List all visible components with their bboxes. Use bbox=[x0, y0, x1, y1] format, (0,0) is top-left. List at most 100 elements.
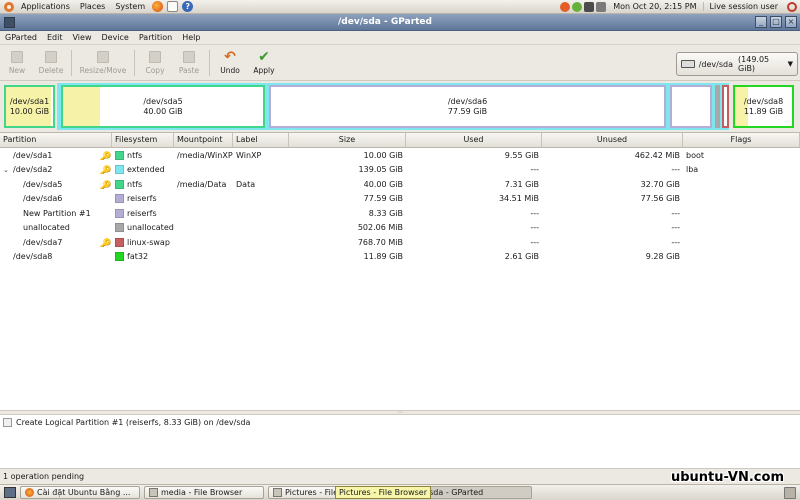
table-row[interactable]: unallocated unallocated 502.06 MiB --- --- bbox=[0, 221, 800, 236]
cell-unused: 9.28 GiB bbox=[645, 252, 680, 262]
menu-edit[interactable]: Edit bbox=[42, 33, 68, 42]
filesystem-name: linux-swap bbox=[127, 237, 170, 247]
paste-button[interactable]: Paste bbox=[172, 45, 206, 79]
key-icon: 🔑 bbox=[99, 180, 112, 189]
partition-block-name: /dev/sda5 bbox=[143, 96, 183, 106]
firefox-icon bbox=[25, 488, 34, 497]
column-header-label[interactable]: Label bbox=[233, 133, 289, 147]
trash-icon[interactable] bbox=[784, 486, 796, 499]
column-header-mountpoint[interactable]: Mountpoint bbox=[174, 133, 233, 147]
resize-move-button[interactable]: Resize/Move bbox=[75, 45, 131, 79]
cell-used: 34.51 MiB bbox=[498, 194, 539, 204]
partition-block-name: /dev/sda8 bbox=[743, 96, 784, 106]
watermark: ubuntu-VN.com bbox=[670, 470, 784, 485]
help-launcher-icon[interactable]: ? bbox=[182, 1, 194, 12]
new-button[interactable]: New bbox=[0, 45, 34, 79]
undo-button[interactable]: ↶ Undo bbox=[213, 45, 247, 79]
table-row[interactable]: /dev/sda1 🔑 ntfs/media/WinXP WinXP 10.00 GiB… bbox=[0, 148, 800, 163]
filesystem-name: extended bbox=[127, 165, 165, 175]
cell-unused: --- bbox=[671, 165, 680, 175]
partition-table[interactable]: Partition Filesystem Mountpoint Label Si… bbox=[0, 132, 800, 410]
mail-launcher-icon[interactable] bbox=[167, 1, 179, 12]
cell-partition: /dev/sda1 🔑 bbox=[0, 151, 112, 160]
places-menu[interactable]: Places bbox=[75, 0, 110, 14]
apply-button[interactable]: ✔ Apply bbox=[247, 45, 281, 79]
filesystem-name: ntfs bbox=[127, 179, 143, 189]
device-size: (149.05 GiB) bbox=[738, 55, 770, 73]
cell-filesystem: ntfs bbox=[112, 150, 174, 160]
partition-block-size: 10.00 GiB bbox=[9, 106, 50, 116]
cell-size: 10.00 GiB bbox=[363, 150, 403, 160]
partition-block-sda6[interactable]: /dev/sda6 77.59 GiB bbox=[269, 85, 666, 128]
gparted-app-icon[interactable] bbox=[4, 16, 15, 28]
clock[interactable]: Mon Oct 20, 2:15 PM bbox=[607, 2, 702, 11]
cell-label: WinXP bbox=[236, 150, 262, 160]
table-row[interactable]: /dev/sda6 reiserfs 77.59 GiB 34.51 MiB 77.56… bbox=[0, 192, 800, 207]
table-row[interactable]: ⌄/dev/sda2 🔑 extended 139.05 GiB --- --- lba bbox=[0, 163, 800, 178]
table-row[interactable]: /dev/sda8 fat32 11.89 GiB 2.61 GiB 9.28 GiB bbox=[0, 250, 800, 265]
ubuntu-logo-icon[interactable] bbox=[4, 1, 14, 12]
window-titlebar[interactable]: /dev/sda - GParted _ □ × bbox=[0, 14, 800, 31]
operation-item[interactable]: Create Logical Partition #1 (reiserfs, 8… bbox=[0, 415, 800, 429]
taskbar-item-firefox[interactable]: Cài đặt Ubuntu Bằng ... bbox=[20, 486, 140, 499]
column-header-unused[interactable]: Unused bbox=[542, 133, 683, 147]
filesystem-name: fat32 bbox=[127, 252, 149, 262]
partition-block-sda1[interactable]: /dev/sda1 10.00 GiB bbox=[4, 85, 55, 128]
partition-name: unallocated bbox=[23, 223, 70, 233]
paste-icon bbox=[183, 51, 195, 63]
cell-used: --- bbox=[530, 208, 539, 218]
table-row[interactable]: New Partition #1 reiserfs 8.33 GiB --- --- bbox=[0, 206, 800, 221]
filesystem-name: reiserfs bbox=[127, 208, 157, 218]
firefox-launcher-icon[interactable] bbox=[152, 1, 164, 12]
expander-icon[interactable]: ⌄ bbox=[3, 166, 11, 174]
column-header-size[interactable]: Size bbox=[289, 133, 406, 147]
volume-icon[interactable] bbox=[596, 1, 607, 12]
partition-block-sda5[interactable]: /dev/sda5 40.00 GiB bbox=[61, 85, 265, 128]
partition-block-new-partition[interactable] bbox=[670, 85, 712, 128]
menu-partition[interactable]: Partition bbox=[134, 33, 177, 42]
menu-gparted[interactable]: GParted bbox=[0, 33, 42, 42]
delete-button[interactable]: Delete bbox=[34, 45, 68, 79]
partition-block-swap[interactable] bbox=[722, 85, 729, 128]
device-selector[interactable]: /dev/sda (149.05 GiB) ▼ bbox=[676, 52, 798, 76]
table-header: Partition Filesystem Mountpoint Label Si… bbox=[0, 133, 800, 148]
toolbar-separator bbox=[134, 50, 135, 76]
menu-device[interactable]: Device bbox=[96, 33, 133, 42]
network-icon[interactable] bbox=[584, 1, 595, 12]
partition-block-sda8[interactable]: /dev/sda8 11.89 GiB bbox=[733, 85, 794, 128]
key-icon: 🔑 bbox=[99, 166, 112, 175]
cell-label: Data bbox=[236, 179, 256, 189]
cell-used: --- bbox=[530, 223, 539, 233]
cell-filesystem: ntfs bbox=[112, 179, 174, 189]
table-row[interactable]: /dev/sda7 🔑 linux-swap 768.70 MiB --- --- bbox=[0, 235, 800, 250]
minimize-button[interactable]: _ bbox=[755, 16, 767, 28]
update-notifier-icon[interactable] bbox=[560, 1, 571, 12]
cell-unused: 462.42 MiB bbox=[634, 150, 680, 160]
menu-view[interactable]: View bbox=[68, 33, 97, 42]
file-browser-icon bbox=[273, 488, 282, 497]
column-header-flags[interactable]: Flags bbox=[683, 133, 800, 147]
table-row[interactable]: /dev/sda5 🔑 ntfs/media/Data Data 40.00 GiB 7.… bbox=[0, 177, 800, 192]
filesystem-color-swatch bbox=[115, 237, 124, 247]
maximize-button[interactable]: □ bbox=[770, 16, 782, 28]
operation-text: Create Logical Partition #1 (reiserfs, 8… bbox=[16, 417, 251, 427]
column-header-filesystem[interactable]: Filesystem bbox=[112, 133, 174, 147]
cell-unused: 77.56 GiB bbox=[640, 194, 680, 204]
show-desktop-icon[interactable] bbox=[4, 487, 16, 498]
close-button[interactable]: × bbox=[785, 16, 797, 28]
power-icon[interactable] bbox=[787, 1, 797, 12]
partition-name: /dev/sda1 bbox=[13, 150, 53, 160]
window-title: /dev/sda - GParted bbox=[338, 17, 432, 27]
notification-icon[interactable] bbox=[572, 1, 583, 12]
cell-unused: --- bbox=[671, 208, 680, 218]
session-user-button[interactable]: Live session user bbox=[702, 2, 784, 11]
taskbar-item-media[interactable]: media - File Browser bbox=[144, 486, 264, 499]
copy-button[interactable]: Copy bbox=[138, 45, 172, 79]
menu-help[interactable]: Help bbox=[177, 33, 205, 42]
partition-block-unallocated[interactable] bbox=[715, 85, 720, 128]
system-menu[interactable]: System bbox=[110, 0, 150, 14]
applications-menu[interactable]: Applications bbox=[16, 0, 75, 14]
operation-icon bbox=[3, 417, 12, 427]
column-header-partition[interactable]: Partition bbox=[0, 133, 112, 147]
column-header-used[interactable]: Used bbox=[406, 133, 542, 147]
